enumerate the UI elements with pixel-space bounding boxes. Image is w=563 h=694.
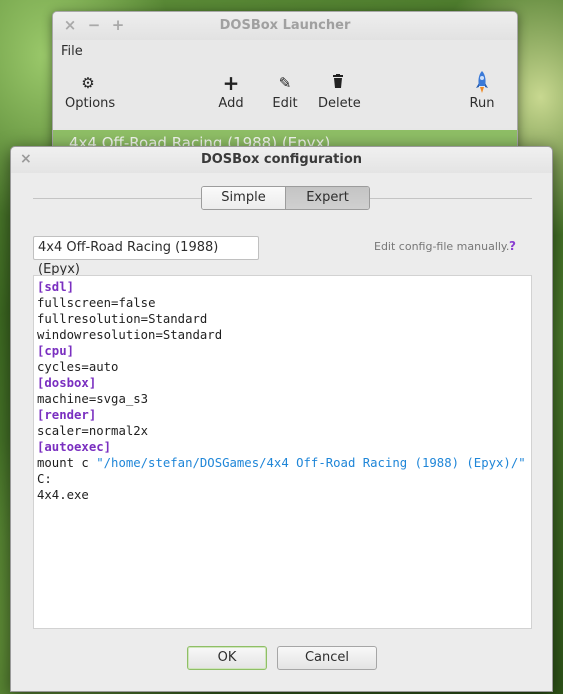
config-editor[interactable]: [sdl] fullscreen=false fullresolution=Stan… (33, 275, 532, 629)
config-section-header: [dosbox] (37, 376, 97, 390)
edit-button[interactable]: ✎ Edit (270, 70, 300, 111)
config-key: cycles (37, 360, 82, 374)
config-section-header: [sdl] (37, 280, 75, 294)
game-name-field[interactable]: 4x4 Off-Road Racing (1988) (Epyx) (33, 236, 259, 277)
tab-expert[interactable]: Expert (285, 187, 369, 209)
config-line: windowresolution=Standard (37, 327, 531, 343)
edit-manually-label: Edit config-file manually. (374, 240, 510, 253)
config-section-header: [render] (37, 408, 97, 422)
launcher-title: DOSBox Launcher (219, 18, 351, 33)
config-equals: = (81, 424, 89, 438)
menu-file[interactable]: File (61, 44, 83, 59)
divider-left (33, 198, 201, 199)
config-value: false (118, 296, 156, 310)
config-line: [cpu] (37, 343, 531, 359)
config-equals: = (81, 360, 89, 374)
edit-label: Edit (272, 96, 298, 111)
launcher-toolbar: ⚙ Options + Add ✎ Edit Delete Run (53, 64, 517, 132)
config-key: fullscreen (37, 296, 112, 310)
run-label: Run (469, 96, 495, 111)
config-dialog: × DOSBox configuration Simple Expert 4x4… (10, 146, 553, 692)
menubar: File (53, 40, 517, 64)
config-value: Standard (148, 312, 208, 326)
config-text: C: (37, 472, 52, 486)
config-line: [render] (37, 407, 531, 423)
config-line: fullresolution=Standard (37, 311, 531, 327)
config-line: machine=svga_s3 (37, 391, 531, 407)
config-value: normal2x (88, 424, 149, 438)
config-key: fullresolution (37, 312, 141, 326)
divider-right (369, 198, 532, 199)
gear-icon: ⚙ (81, 74, 95, 92)
ok-button[interactable]: OK (187, 646, 267, 670)
cancel-button[interactable]: Cancel (277, 646, 377, 670)
config-value: svga_s3 (96, 392, 149, 406)
config-path-string: "/home/stefan/DOSGames/4x4 Off-Road Raci… (96, 456, 526, 470)
dialog-titlebar: × DOSBox configuration (11, 147, 552, 173)
config-line: C: (37, 471, 531, 487)
config-line: [sdl] (37, 279, 531, 295)
config-text: 4x4.exe (37, 488, 89, 502)
options-label: Options (65, 96, 116, 111)
plus-icon: + (222, 71, 240, 95)
delete-label: Delete (318, 96, 361, 111)
config-line: [autoexec] (37, 439, 531, 455)
config-line: cycles=auto (37, 359, 531, 375)
help-icon[interactable]: ? (509, 239, 516, 253)
add-label: Add (218, 96, 244, 111)
run-button[interactable]: Run (467, 70, 497, 111)
mode-switch: Simple Expert (201, 186, 370, 210)
config-section-header: [autoexec] (37, 440, 112, 454)
options-button[interactable]: ⚙ Options (65, 70, 115, 111)
config-line: scaler=normal2x (37, 423, 531, 439)
config-line: fullscreen=false (37, 295, 531, 311)
config-equals: = (140, 312, 149, 326)
config-line: [dosbox] (37, 375, 531, 391)
config-line: mount c "/home/stefan/DOSGames/4x4 Off-R… (37, 455, 531, 471)
delete-button[interactable]: Delete (318, 70, 361, 111)
launcher-titlebar: × − + DOSBox Launcher (53, 12, 517, 40)
config-key: scaler (37, 424, 82, 438)
rocket-icon (467, 70, 497, 96)
add-button[interactable]: + Add (215, 70, 247, 111)
config-section-header: [cpu] (37, 344, 75, 358)
config-key: windowresolution (37, 328, 156, 342)
tab-simple[interactable]: Simple (202, 187, 285, 209)
config-value: Standard (162, 328, 223, 342)
trash-icon (318, 70, 358, 96)
config-value: auto (88, 360, 119, 374)
dialog-title: DOSBox configuration (200, 152, 363, 167)
config-command: mount c (37, 456, 97, 470)
config-equals: = (155, 328, 163, 342)
config-key: machine (37, 392, 89, 406)
config-line: 4x4.exe (37, 487, 531, 503)
pencil-icon: ✎ (278, 74, 292, 92)
